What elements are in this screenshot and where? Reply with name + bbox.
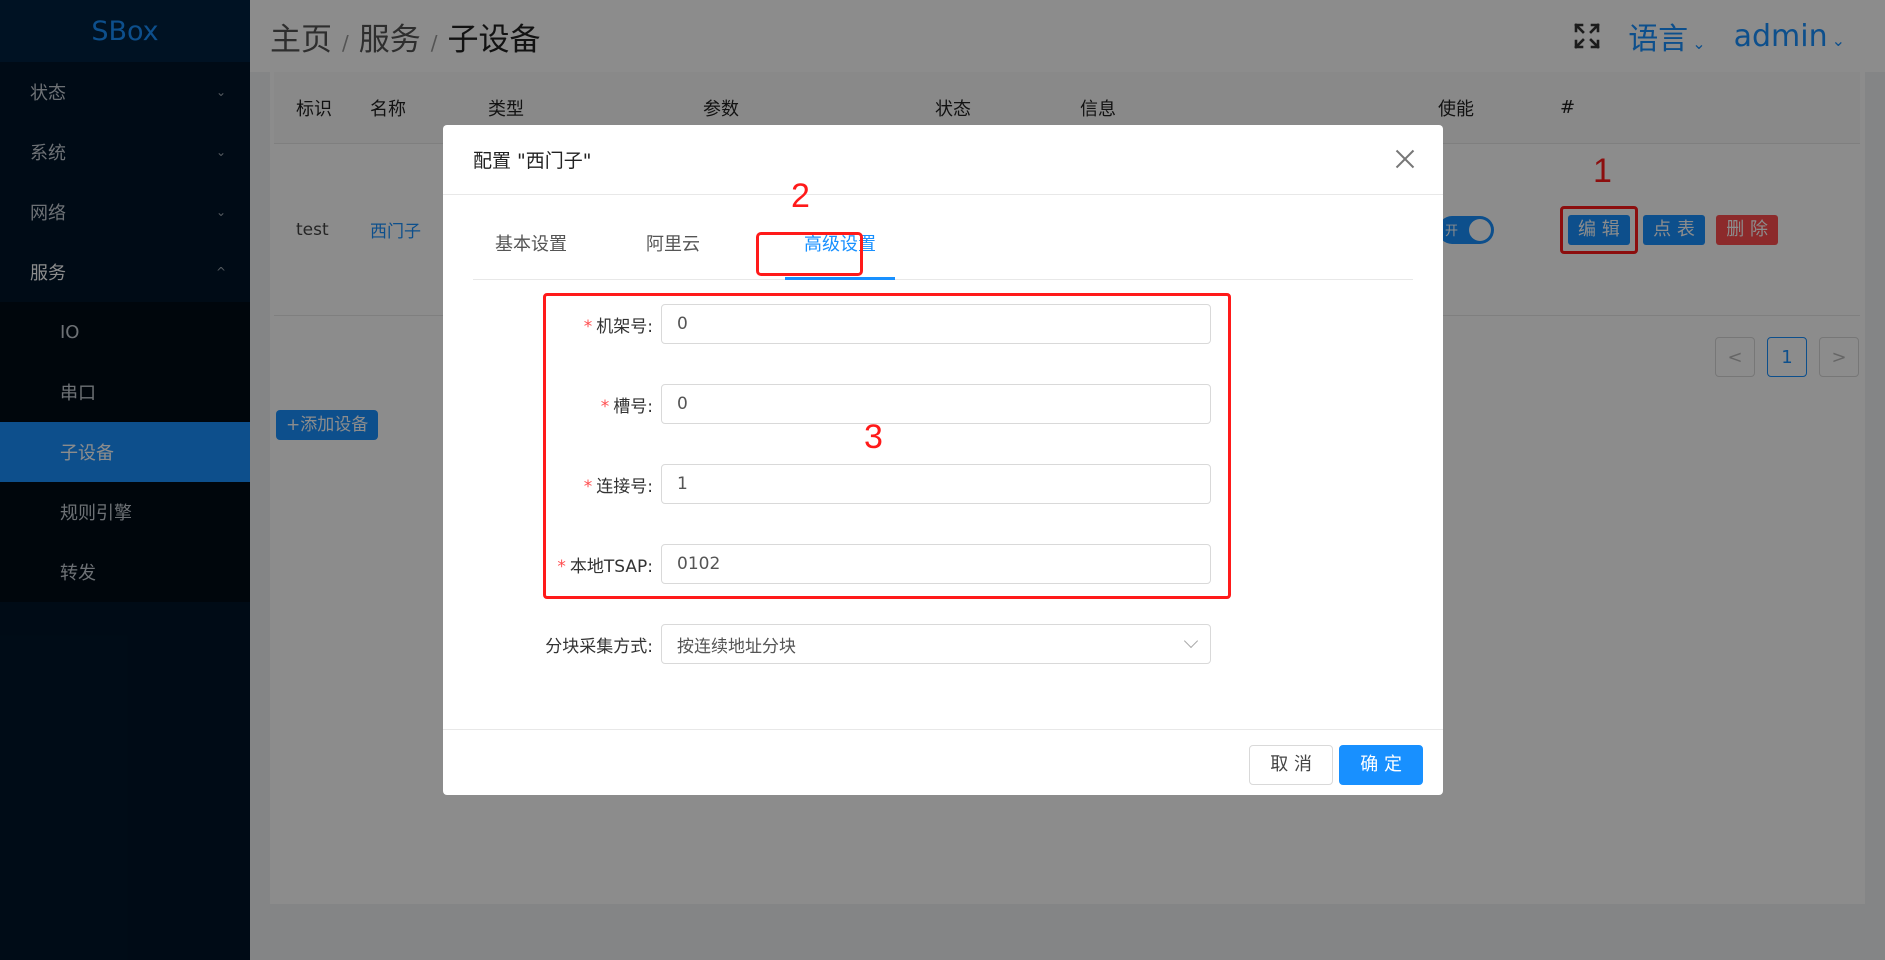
- close-icon[interactable]: [1393, 147, 1417, 171]
- config-modal: 配置 "西门子" 基本设置 阿里云 高级设置 2 * 机架号: 0 * 槽号: 0 …: [443, 125, 1443, 795]
- form-highlight: [543, 293, 1231, 599]
- annotation-3: 3: [864, 418, 883, 456]
- modal-footer: 取 消 确 定: [443, 729, 1443, 795]
- chevron-down-icon: [1183, 633, 1199, 649]
- tab-ink-bar: [785, 277, 895, 280]
- block-mode-value: 按连续地址分块: [677, 636, 796, 657]
- modal-tabs: 基本设置 阿里云 高级设置: [473, 205, 1413, 280]
- annotation-2: 2: [791, 177, 810, 215]
- form-row-block-mode: 分块采集方式: 按连续地址分块: [443, 624, 1443, 664]
- confirm-button[interactable]: 确 定: [1339, 745, 1423, 785]
- modal-header: 配置 "西门子": [443, 125, 1443, 195]
- tab-aliyun[interactable]: 阿里云: [646, 205, 700, 280]
- block-mode-label: 分块采集方式:: [545, 636, 653, 657]
- tab-basic-settings[interactable]: 基本设置: [495, 205, 567, 280]
- block-mode-select[interactable]: 按连续地址分块: [661, 624, 1211, 664]
- tab-highlight: [756, 232, 863, 276]
- modal-title: 配置 "西门子": [473, 150, 592, 172]
- cancel-button[interactable]: 取 消: [1249, 745, 1333, 785]
